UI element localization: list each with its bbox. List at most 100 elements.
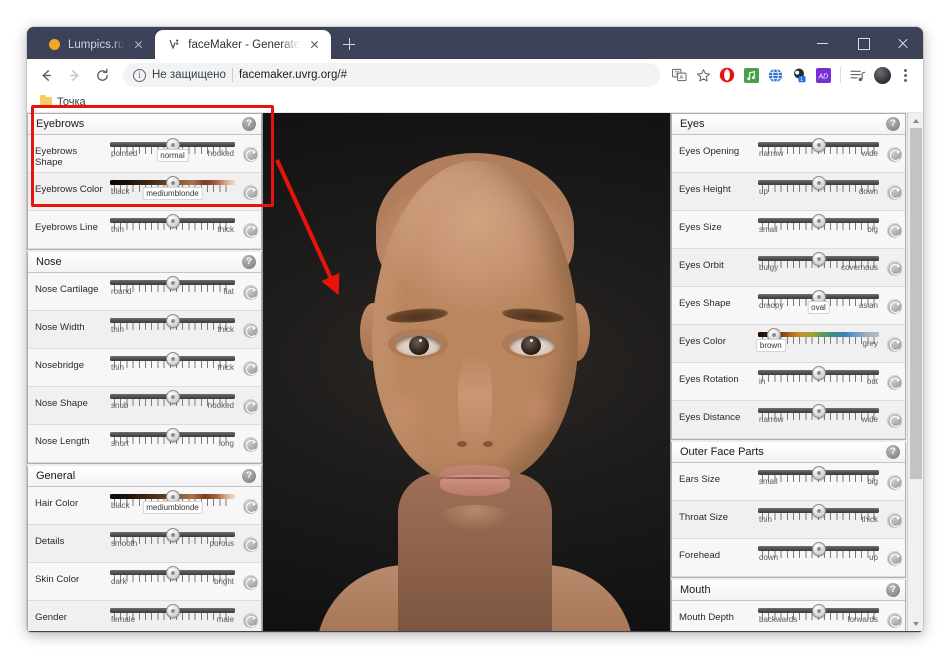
globe-icon[interactable] — [764, 64, 786, 86]
purple-ad-icon[interactable]: AD — [812, 64, 834, 86]
slider-thumb[interactable] — [165, 352, 180, 366]
slider-track[interactable] — [110, 604, 235, 620]
slider-eyebrows-line[interactable]: thin thick — [106, 211, 239, 234]
opera-icon[interactable] — [716, 64, 738, 86]
reset-button[interactable] — [239, 487, 261, 525]
slider-mouth-depth[interactable]: backwards forwards — [754, 601, 883, 624]
slider-throat-size[interactable]: thin thick — [754, 501, 883, 524]
bookmark-tochka[interactable]: Точка — [35, 94, 91, 110]
help-icon[interactable]: ? — [886, 583, 900, 597]
reset-button[interactable] — [883, 501, 905, 539]
reset-button[interactable] — [883, 211, 905, 249]
forward-arrow-icon[interactable] — [61, 62, 87, 88]
slider-nose-cartilage[interactable]: round flat — [106, 273, 239, 296]
music-note-icon[interactable] — [740, 64, 762, 86]
slider-track[interactable] — [110, 276, 235, 292]
slider-thumb[interactable] — [165, 428, 180, 442]
slider-track[interactable] — [110, 176, 235, 192]
back-arrow-icon[interactable] — [33, 62, 59, 88]
slider-thumb[interactable] — [165, 528, 180, 542]
help-icon[interactable]: ? — [886, 445, 900, 459]
slider-thumb[interactable] — [811, 176, 826, 190]
scrollbar-thumb[interactable] — [910, 128, 922, 480]
left-controls-panel[interactable]: Eyebrows? Eyebrows Shape pointed hooked norm… — [27, 113, 263, 631]
reset-button[interactable] — [883, 287, 905, 325]
slider-thumb[interactable] — [811, 138, 826, 152]
address-bar[interactable]: i Не защищено facemaker.uvrg.org/# — [123, 63, 660, 87]
reading-list-icon[interactable] — [847, 64, 869, 86]
slider-thumb[interactable] — [165, 214, 180, 228]
slider-track[interactable] — [758, 542, 879, 558]
slider-track[interactable] — [110, 390, 235, 406]
slider-thumb[interactable] — [811, 542, 826, 556]
maximize-icon[interactable] — [843, 27, 883, 59]
slider-eyes-orbit[interactable]: bulgy covernous — [754, 249, 883, 272]
slider-track[interactable] — [110, 214, 235, 230]
slider-eyebrows-shape[interactable]: pointed hooked normal — [106, 135, 239, 162]
slider-eyes-rotation[interactable]: in out — [754, 363, 883, 386]
scroll-down-arrow-icon[interactable] — [908, 616, 923, 631]
reset-button[interactable] — [239, 135, 261, 173]
slider-thumb[interactable] — [165, 314, 180, 328]
slider-track[interactable] — [758, 604, 879, 620]
slider-track[interactable] — [758, 466, 879, 482]
star-icon[interactable] — [692, 64, 714, 86]
slider-hair-color[interactable]: black mediumblonde — [106, 487, 239, 514]
slider-thumb[interactable] — [811, 466, 826, 480]
slider-nosebridge[interactable]: thin thick — [106, 349, 239, 372]
help-icon[interactable]: ? — [242, 255, 256, 269]
reset-button[interactable] — [883, 249, 905, 287]
slider-track[interactable] — [110, 314, 235, 330]
reset-button[interactable] — [239, 273, 261, 311]
slider-thumb[interactable] — [165, 604, 180, 618]
reset-button[interactable] — [883, 173, 905, 211]
reset-button[interactable] — [239, 387, 261, 425]
slider-nose-width[interactable]: thin thick — [106, 311, 239, 334]
slider-nose-length[interactable]: short long — [106, 425, 239, 448]
reset-button[interactable] — [239, 311, 261, 349]
scroll-up-arrow-icon[interactable] — [908, 113, 923, 128]
slider-track[interactable] — [110, 428, 235, 444]
slider-thumb[interactable] — [165, 390, 180, 404]
slider-eyes-opening[interactable]: narrow wide — [754, 135, 883, 158]
slider-nose-shape[interactable]: snub hooked — [106, 387, 239, 410]
reset-button[interactable] — [239, 563, 261, 601]
slider-eyes-shape[interactable]: droopy asian oval — [754, 287, 883, 314]
slider-eyes-size[interactable]: small big — [754, 211, 883, 234]
vpn-icon[interactable]: 1 — [788, 64, 810, 86]
right-panel-scrollbar[interactable] — [907, 113, 923, 631]
slider-track[interactable] — [758, 176, 879, 192]
reset-button[interactable] — [883, 325, 905, 363]
slider-ears-size[interactable]: small big — [754, 463, 883, 486]
slider-thumb[interactable] — [165, 566, 180, 580]
slider-track[interactable] — [758, 252, 879, 268]
slider-track[interactable] — [110, 566, 235, 582]
slider-gender[interactable]: female male — [106, 601, 239, 624]
slider-track[interactable] — [758, 290, 879, 306]
help-icon[interactable]: ? — [242, 469, 256, 483]
minimize-icon[interactable] — [803, 27, 843, 59]
reset-button[interactable] — [883, 135, 905, 173]
tab-lumpics[interactable]: Lumpics.ru — [35, 30, 155, 59]
right-controls-panel[interactable]: Eyes? Eyes Opening narrow wide Eyes Height up… — [670, 113, 923, 631]
slider-details[interactable]: smooth porous — [106, 525, 239, 548]
close-icon[interactable] — [131, 37, 146, 52]
help-icon[interactable]: ? — [242, 117, 256, 131]
reset-button[interactable] — [239, 425, 261, 463]
close-window-icon[interactable] — [883, 27, 923, 59]
slider-eyes-color[interactable]: grey brown — [754, 325, 883, 352]
slider-eyes-distance[interactable]: narrow wide — [754, 401, 883, 424]
tab-facemaker[interactable]: faceMaker - Generate your favou — [155, 30, 332, 59]
reset-button[interactable] — [883, 401, 905, 439]
reload-icon[interactable] — [89, 62, 115, 88]
reset-button[interactable] — [883, 539, 905, 577]
reset-button[interactable] — [883, 463, 905, 501]
slider-thumb[interactable] — [811, 604, 826, 618]
reset-button[interactable] — [239, 525, 261, 563]
slider-eyebrows-color[interactable]: black mediumblonde — [106, 173, 239, 200]
reset-button[interactable] — [239, 211, 261, 249]
close-icon[interactable] — [307, 37, 322, 52]
slider-thumb[interactable] — [811, 366, 826, 380]
slider-skin-color[interactable]: dark bright — [106, 563, 239, 586]
slider-eyes-height[interactable]: up down — [754, 173, 883, 196]
